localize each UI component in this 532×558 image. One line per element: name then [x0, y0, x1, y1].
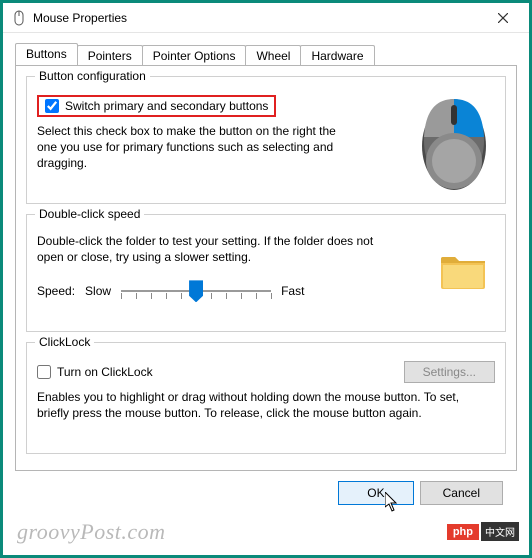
slow-label: Slow	[85, 284, 111, 298]
cursor-icon	[385, 492, 399, 512]
group-clicklock: ClickLock Turn on ClickLock Settings... …	[26, 342, 506, 454]
tab-body: Button configuration Switch primary and …	[15, 65, 517, 471]
clicklock-checkbox[interactable]	[37, 365, 51, 379]
close-icon	[498, 13, 508, 23]
tab-pointers[interactable]: Pointers	[77, 45, 143, 66]
group-legend-double-click: Double-click speed	[35, 207, 144, 221]
tabstrip: Buttons Pointers Pointer Options Wheel H…	[15, 41, 517, 65]
group-button-config: Button configuration Switch primary and …	[26, 76, 506, 204]
ok-label: OK	[367, 486, 384, 500]
double-click-desc: Double-click the folder to test your set…	[37, 233, 377, 265]
tab-hardware[interactable]: Hardware	[300, 45, 374, 66]
group-legend-button-config: Button configuration	[35, 69, 150, 83]
mouse-app-icon	[11, 10, 27, 26]
clicklock-label: Turn on ClickLock	[57, 365, 153, 379]
close-button[interactable]	[481, 4, 525, 32]
clicklock-settings-button: Settings...	[404, 361, 495, 383]
clicklock-desc: Enables you to highlight or drag without…	[37, 389, 477, 421]
dialog-buttons: OK Cancel	[15, 471, 517, 505]
button-config-desc: Select this check box to make the button…	[37, 123, 347, 172]
speed-label: Speed:	[37, 284, 75, 298]
tab-pointer-options[interactable]: Pointer Options	[142, 45, 247, 66]
mouse-illustration	[415, 91, 493, 191]
switch-buttons-checkbox[interactable]	[45, 99, 59, 113]
switch-buttons-label: Switch primary and secondary buttons	[65, 99, 268, 113]
speed-slider-row: Speed: Slow	[37, 281, 495, 301]
group-legend-clicklock: ClickLock	[35, 335, 94, 349]
tab-buttons[interactable]: Buttons	[15, 43, 78, 65]
ok-button[interactable]: OK	[338, 481, 413, 505]
group-double-click: Double-click speed Double-click the fold…	[26, 214, 506, 332]
clicklock-checkbox-row: Turn on ClickLock	[37, 365, 153, 379]
php-badge: php 中文网	[447, 522, 519, 541]
php-badge-label: php	[447, 524, 479, 540]
titlebar: Mouse Properties	[3, 3, 529, 33]
folder-test-icon[interactable]	[439, 249, 487, 291]
fast-label: Fast	[281, 284, 304, 298]
php-badge-cn: 中文网	[481, 522, 519, 541]
slider-thumb[interactable]	[189, 280, 203, 302]
tab-wheel[interactable]: Wheel	[245, 45, 301, 66]
window-title: Mouse Properties	[33, 11, 481, 25]
cancel-button[interactable]: Cancel	[420, 481, 503, 505]
highlighted-checkbox-row: Switch primary and secondary buttons	[37, 95, 276, 117]
watermark-text: groovyPost.com	[17, 519, 166, 545]
speed-slider[interactable]	[121, 281, 271, 301]
